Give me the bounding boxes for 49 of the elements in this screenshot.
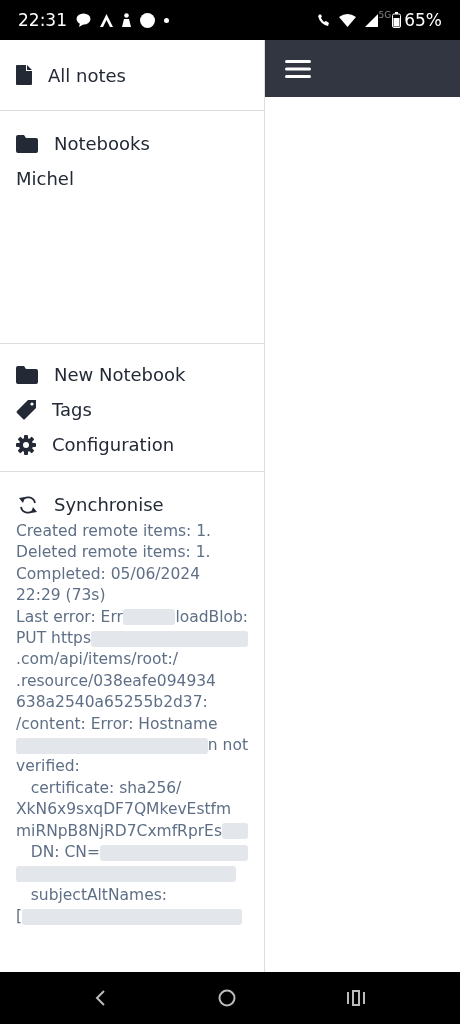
report-text: Created remote items: 1. [16,521,211,542]
battery-icon [392,12,402,28]
home-icon[interactable] [218,989,236,1007]
redaction-mark [122,609,176,626]
notebook-item[interactable]: Michel [16,166,248,191]
report-text: n not [207,735,248,757]
report-text: subjectAltNames: [29,884,167,906]
file-icon [16,65,32,85]
report-text: certificate: sha256/ [29,777,182,799]
report-text: loadBlob: [175,606,248,628]
synchronise-button[interactable]: Synchronise [18,494,164,515]
report-text: [ [16,906,23,928]
report-text: Completed: 05/06/2024 [16,563,201,585]
folder-icon [16,365,38,384]
report-text: .com/api/items/root:/ [16,649,178,671]
report-text: 638a2540a65255b2d37: [16,692,208,714]
tent-icon [100,13,113,27]
gear-icon [16,434,36,455]
folder-icon [16,134,38,153]
report-text: .resource/038eafe094934 [16,670,216,692]
chat-bubble-icon [76,13,91,27]
report-text: PUT https [16,628,91,650]
report-text: DN: CN= [29,842,100,864]
badge-icon [140,12,155,28]
recents-icon[interactable] [346,990,365,1006]
report-text: /content: Error: Hostname [16,713,218,735]
all-notes-item[interactable]: All notes [16,64,126,86]
sync-icon [18,494,38,515]
battery-level: 65% [404,10,442,30]
tag-icon [16,399,36,420]
network-type: 5G [378,10,392,20]
more-dot-icon [164,17,169,23]
report-text: miRNpB8NjRD7CxmfRprEs [16,820,222,842]
report-text: Last error: Err [16,606,123,628]
report-text: 22:29 (73s) [16,585,106,607]
redaction-mark [222,823,248,840]
new-notebook-item[interactable]: New Notebook [16,364,248,385]
configuration-item[interactable]: Configuration [16,434,248,455]
notebooks-heading: Notebooks [54,133,150,154]
menu-icon[interactable] [285,58,311,79]
chess-pawn-icon [122,13,131,27]
report-text: verified: [16,756,80,778]
report-text: XkN6x9sxqDF7QMkevEstfm [16,799,232,821]
signal-icon [364,13,378,27]
report-text: Deleted remote items: 1. [16,542,211,564]
tags-item[interactable]: Tags [16,399,248,420]
back-icon[interactable] [95,990,108,1006]
status-time: 22:31 [18,10,67,30]
wifi-icon [338,13,356,27]
